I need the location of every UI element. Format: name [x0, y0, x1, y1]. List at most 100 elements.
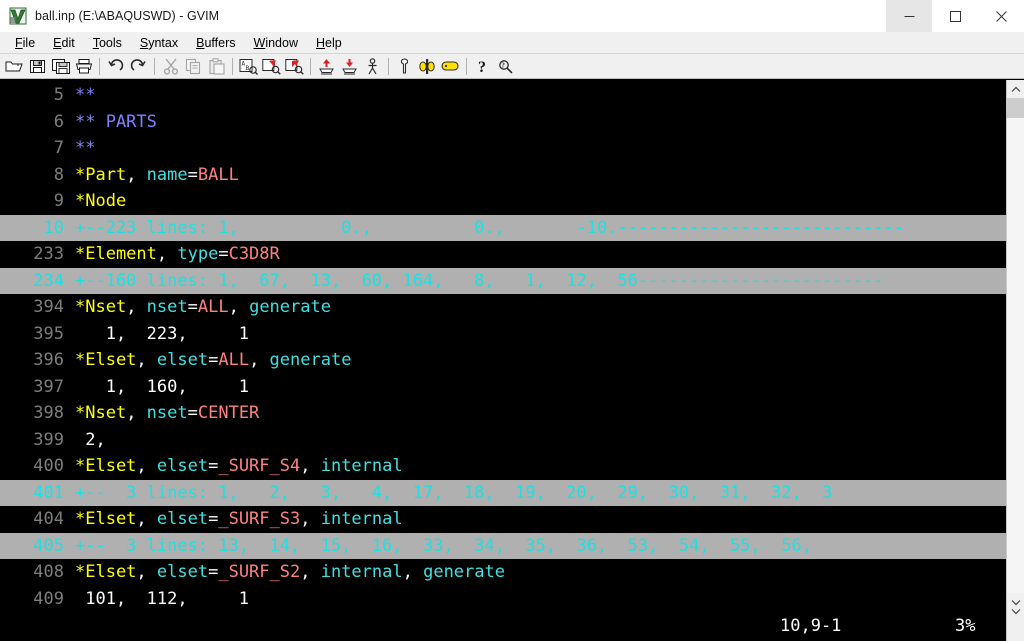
- line-text: 101, 112, 1: [68, 586, 1006, 612]
- text-row[interactable]: 400 *Elset, elset=_SURF_S4, internal: [0, 453, 1006, 480]
- token: nset: [146, 403, 188, 423]
- menu-window[interactable]: Window: [245, 34, 307, 52]
- token: generate: [249, 297, 331, 317]
- token: =: [208, 509, 219, 529]
- line-text: *Elset, elset=_SURF_S4, internal: [68, 453, 1006, 480]
- text-row[interactable]: 408 *Elset, elset=_SURF_S2, internal, gen…: [0, 559, 1006, 586]
- token: ,: [126, 164, 147, 185]
- text-row[interactable]: 397 1, 160, 1: [0, 374, 1006, 401]
- svg-text:B: B: [246, 65, 250, 72]
- token: _SURF_S4: [218, 456, 301, 476]
- token: ,: [126, 297, 147, 317]
- text-buffer[interactable]: 5 ** 6 ** PARTS 7 ** 8 *Part, name=BALL 9 *Node 10…: [0, 80, 1006, 611]
- menu-buffers[interactable]: Buffers: [187, 34, 244, 52]
- maximize-button[interactable]: [932, 0, 978, 32]
- token: **: [75, 85, 96, 105]
- line-text: +-- 3 lines: 13, 14, 15, 16, 33, 34, 35,…: [75, 535, 812, 556]
- line-text: 1, 160, 1: [68, 374, 1006, 401]
- fold-row[interactable]: 234 +--160 lines: 1, 67, 13, 60, 164, 8, …: [0, 267, 1006, 294]
- make-tags-icon[interactable]: [439, 55, 462, 77]
- save-session-icon[interactable]: [338, 55, 361, 77]
- menu-file[interactable]: File: [6, 34, 44, 52]
- token: =: [208, 350, 219, 370]
- print-icon[interactable]: [72, 55, 95, 77]
- text-row[interactable]: 233 *Element, type=C3D8R: [0, 241, 1006, 268]
- token: internal: [320, 456, 403, 476]
- minimize-button[interactable]: [886, 0, 932, 32]
- text-row[interactable]: 404 *Elset, elset=_SURF_S3, internal: [0, 506, 1006, 533]
- line-text: *Nset, nset=ALL, generate: [68, 294, 1006, 321]
- text-row[interactable]: 398 *Nset, nset=CENTER: [0, 400, 1006, 427]
- token: generate: [269, 350, 352, 370]
- token: *Elset: [75, 509, 137, 529]
- cut-icon[interactable]: [159, 55, 182, 77]
- token: _SURF_S3: [218, 509, 301, 529]
- fold-row[interactable]: 401 +-- 3 lines: 1, 2, 3, 4, 17, 18, 19, …: [0, 479, 1006, 506]
- text-row[interactable]: 409 101, 112, 1: [0, 586, 1006, 612]
- line-text: *Elset, elset=_SURF_S3, internal: [68, 506, 1006, 533]
- close-button[interactable]: [978, 0, 1024, 32]
- line-number: 7: [53, 138, 64, 158]
- copy-icon[interactable]: [182, 55, 205, 77]
- line-number: 5: [53, 85, 64, 105]
- toolbar-separator: [99, 57, 100, 75]
- toolbar-separator: [154, 57, 155, 75]
- gvim-window: ball.inp (E:\ABAQUSWD) - GVIM File Edit …: [0, 0, 1024, 641]
- undo-icon[interactable]: [104, 55, 127, 77]
- run-script-icon[interactable]: [361, 55, 384, 77]
- scroll-up-icon[interactable]: [1007, 80, 1024, 98]
- toolbar-separator: [388, 57, 389, 75]
- token: *Element: [75, 244, 157, 264]
- menu-syntax[interactable]: Syntax: [131, 34, 187, 52]
- token: ALL: [218, 350, 250, 370]
- redo-icon[interactable]: [127, 55, 150, 77]
- text-row[interactable]: 5 **: [0, 82, 1006, 109]
- save-all-icon[interactable]: [49, 55, 72, 77]
- text-row[interactable]: 394 *Nset, nset=ALL, generate: [0, 294, 1006, 321]
- line-number: 398: [33, 403, 64, 423]
- token: BALL: [197, 164, 239, 185]
- menu-tools[interactable]: Tools: [84, 34, 131, 52]
- fold-row[interactable]: 405 +-- 3 lines: 13, 14, 15, 16, 33, 34, …: [0, 532, 1006, 559]
- line-text: **: [68, 82, 1006, 109]
- save-file-icon[interactable]: [26, 55, 49, 77]
- text-row[interactable]: 396 *Elset, elset=ALL, generate: [0, 347, 1006, 374]
- fold-row[interactable]: 10 +--223 lines: 1, 0., 0., -10.---------…: [0, 214, 1006, 241]
- find-previous-icon[interactable]: [283, 55, 306, 77]
- scrollbar-track[interactable]: [1007, 98, 1024, 593]
- token: generate: [423, 562, 505, 582]
- find-next-icon[interactable]: [260, 55, 283, 77]
- make-icon[interactable]: [393, 55, 416, 77]
- text-row[interactable]: 399 2,: [0, 427, 1006, 454]
- scrollbar-thumb[interactable]: [1007, 98, 1024, 118]
- line-number: 394: [33, 297, 64, 317]
- line-text: *Elset, elset=ALL, generate: [68, 347, 1006, 374]
- shell-icon[interactable]: [416, 55, 439, 77]
- text-row[interactable]: 7 **: [0, 135, 1006, 162]
- text-row[interactable]: 9 *Node: [0, 188, 1006, 215]
- menu-edit[interactable]: Edit: [44, 34, 84, 52]
- token: ALL: [197, 297, 229, 317]
- token: ** PARTS: [75, 111, 157, 132]
- token: =: [187, 403, 198, 423]
- line-text: *Elset, elset=_SURF_S2, internal, genera…: [68, 559, 1006, 586]
- editor-area: 5 ** 6 ** PARTS 7 ** 8 *Part, name=BALL 9 *Node 10…: [0, 79, 1024, 611]
- text-row[interactable]: 395 1, 223, 1: [0, 321, 1006, 348]
- paste-icon[interactable]: [205, 55, 228, 77]
- toolbar-separator: [232, 57, 233, 75]
- window-title: ball.inp (E:\ABAQUSWD) - GVIM: [35, 8, 220, 23]
- load-session-icon[interactable]: [315, 55, 338, 77]
- help-icon[interactable]: ?: [471, 55, 494, 77]
- open-file-icon[interactable]: [3, 55, 26, 77]
- vertical-scrollbar[interactable]: [1006, 80, 1024, 611]
- token: 2,: [75, 429, 106, 450]
- token: =: [218, 244, 229, 264]
- find-help-icon[interactable]: ?: [494, 55, 517, 77]
- line-number: 395: [33, 323, 64, 344]
- line-number: 397: [33, 376, 64, 397]
- text-row[interactable]: 6 ** PARTS: [0, 109, 1006, 136]
- text-row[interactable]: 8 *Part, name=BALL: [0, 162, 1006, 189]
- line-text: **: [68, 135, 1006, 162]
- find-replace-icon[interactable]: A B: [237, 55, 260, 77]
- menu-help[interactable]: Help: [307, 34, 351, 52]
